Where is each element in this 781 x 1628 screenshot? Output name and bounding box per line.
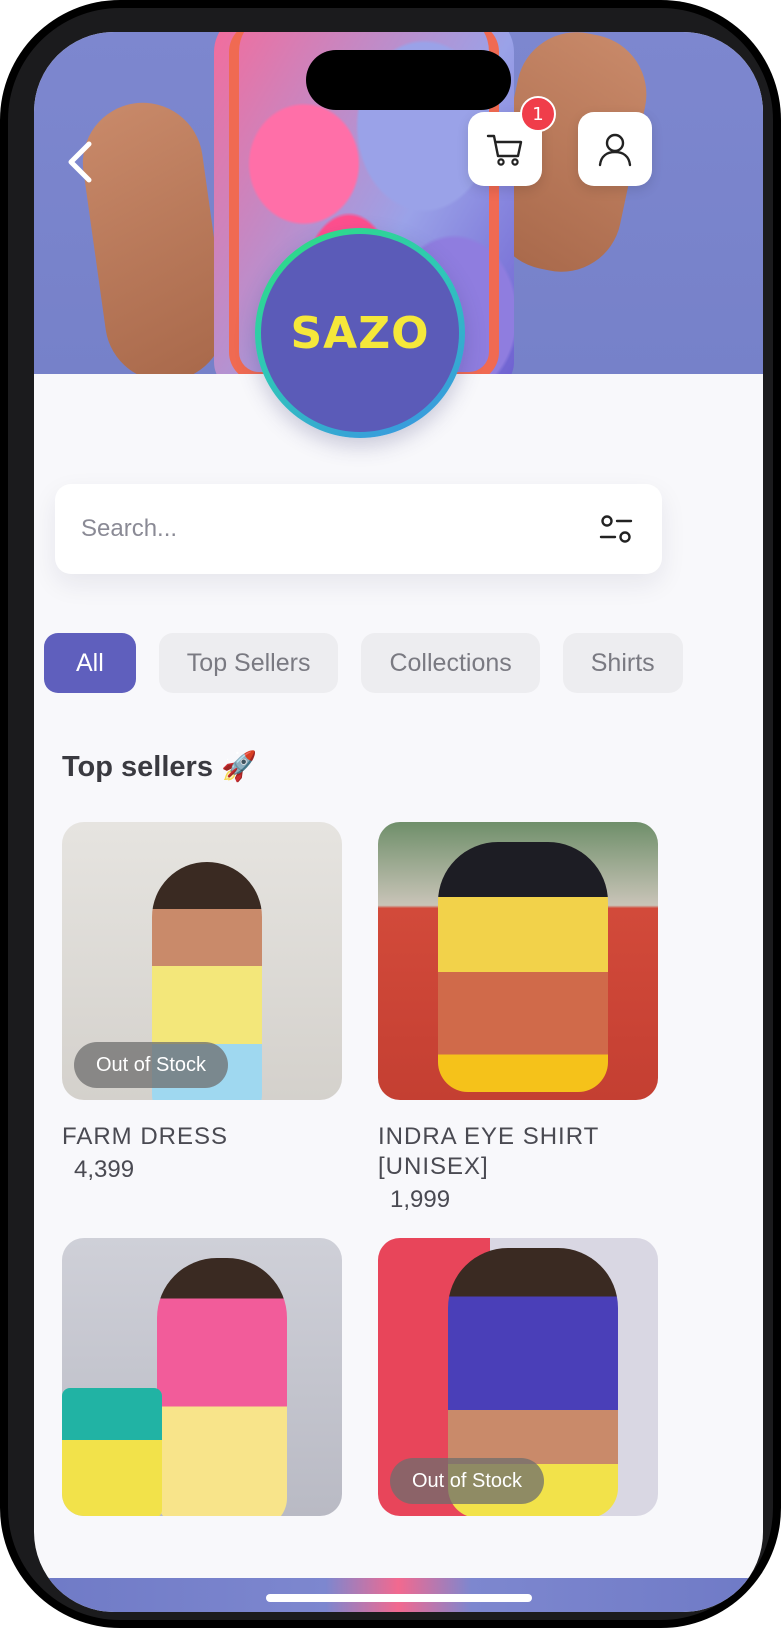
profile-button[interactable] xyxy=(578,112,652,186)
product-name: INDRA EYE SHIRT [UNISEX] xyxy=(378,1123,599,1180)
product-price: 1,999 xyxy=(390,1186,451,1213)
chevron-left-icon xyxy=(68,141,92,183)
product-name: FARM DRESS xyxy=(62,1123,229,1150)
product-card[interactable]: Out of Stock xyxy=(378,1238,658,1516)
section-title: Top sellers 🚀 xyxy=(62,751,258,783)
home-indicator[interactable] xyxy=(266,1594,532,1602)
search-input[interactable] xyxy=(81,515,596,543)
product-image: Out of Stock xyxy=(378,1238,658,1516)
cart-count-badge: 1 xyxy=(520,96,556,132)
out-of-stock-badge: Out of Stock xyxy=(74,1042,229,1088)
cart-icon xyxy=(486,134,523,166)
product-price: 4,399 xyxy=(74,1156,135,1183)
search-bar xyxy=(55,484,662,574)
filter-icon xyxy=(599,515,633,543)
product-photo-figure xyxy=(157,1258,287,1516)
app-screen: 1 SAZO Search... All Top Sellers Collect… xyxy=(34,32,763,1612)
chip-all[interactable]: All xyxy=(44,633,136,693)
store-logo-text: SAZO xyxy=(290,307,430,359)
user-icon xyxy=(598,133,632,167)
out-of-stock-badge: Out of Stock xyxy=(390,1458,545,1504)
phone-frame: 1 SAZO Search... All Top Sellers Collect… xyxy=(0,0,781,1628)
store-logo-badge: SAZO xyxy=(261,234,459,432)
product-photo-figure xyxy=(438,842,608,1092)
product-card[interactable] xyxy=(62,1238,342,1516)
store-logo: SAZO xyxy=(255,228,465,438)
product-photo-box xyxy=(62,1388,162,1516)
chip-shirts[interactable]: Shirts xyxy=(562,633,683,693)
product-image xyxy=(62,1238,342,1516)
product-image: Out of Stock xyxy=(62,822,342,1100)
product-image xyxy=(378,822,658,1100)
product-card[interactable]: INDRA EYE SHIRT [UNISEX] 1,999 xyxy=(378,822,658,1214)
product-card[interactable]: Out of Stock FARM DRESS 4,399 xyxy=(62,822,342,1184)
filter-button[interactable] xyxy=(596,509,636,549)
chip-collections[interactable]: Collections xyxy=(361,633,540,693)
phone-bezel: 1 SAZO Search... All Top Sellers Collect… xyxy=(8,8,773,1620)
camera-notch xyxy=(306,50,511,110)
back-button[interactable] xyxy=(60,132,100,192)
chip-top-sellers[interactable]: Top Sellers xyxy=(158,633,339,693)
category-chips: All Top Sellers Collections Shirts xyxy=(44,633,763,693)
